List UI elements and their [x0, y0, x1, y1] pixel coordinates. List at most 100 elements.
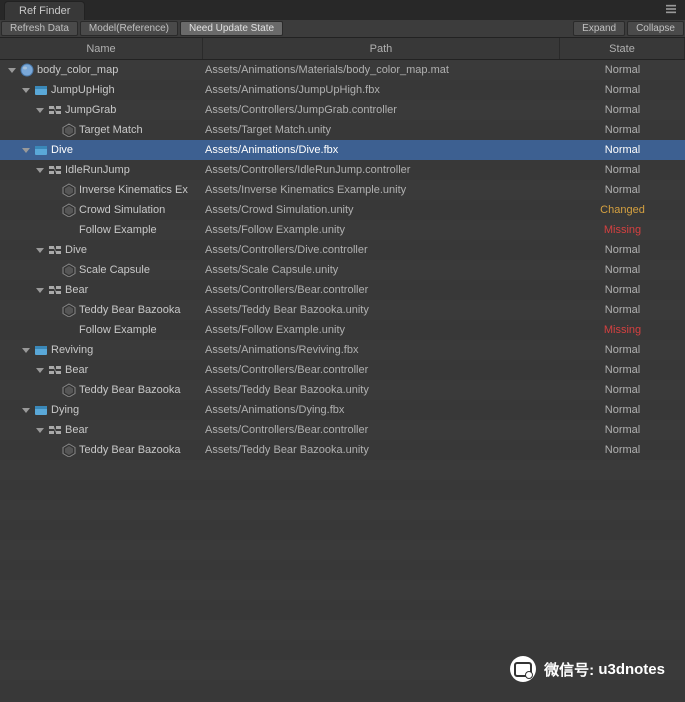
tab-menu-icon[interactable] — [665, 4, 677, 17]
table-row[interactable]: Teddy Bear BazookaAssets/Teddy Bear Bazo… — [0, 380, 685, 400]
foldout-spacer — [48, 324, 60, 336]
table-row[interactable]: IdleRunJumpAssets/Controllers/IdleRunJum… — [0, 160, 685, 180]
foldout-expanded-icon[interactable] — [34, 364, 46, 376]
table-row[interactable]: Scale CapsuleAssets/Scale Capsule.unityN… — [0, 260, 685, 280]
row-state-label: Normal — [560, 184, 685, 196]
foldout-expanded-icon[interactable] — [34, 284, 46, 296]
name-cell: Inverse Kinematics Ex — [0, 183, 203, 197]
window: Ref Finder Refresh Data Model(Reference)… — [0, 0, 685, 702]
row-path-label: Assets/Controllers/JumpGrab.controller — [203, 104, 560, 116]
foldout-expanded-icon[interactable] — [34, 164, 46, 176]
table-row[interactable]: Bear Assets/Controllers/Bear.controllerNo… — [0, 360, 685, 380]
row-state-label: Normal — [560, 344, 685, 356]
unity-icon — [62, 383, 76, 397]
model-reference-button[interactable]: Model(Reference) — [80, 21, 178, 36]
tree-view[interactable]: body_color_mapAssets/Animations/Material… — [0, 60, 685, 702]
row-path-label: Assets/Controllers/IdleRunJump.controlle… — [203, 164, 560, 176]
table-row[interactable]: Bear Assets/Controllers/Bear.controllerNo… — [0, 280, 685, 300]
foldout-expanded-icon[interactable] — [34, 424, 46, 436]
header-name[interactable]: Name — [0, 38, 203, 59]
row-state-label: Missing — [560, 324, 685, 336]
none-icon — [62, 223, 76, 237]
row-path-label: Assets/Animations/Reviving.fbx — [203, 344, 560, 356]
table-row[interactable]: Teddy Bear BazookaAssets/Teddy Bear Bazo… — [0, 300, 685, 320]
name-cell: Target Match — [0, 123, 203, 137]
row-state-label: Normal — [560, 304, 685, 316]
row-name-label: Bear — [65, 364, 88, 376]
table-row[interactable]: DiveAssets/Animations/Dive.fbxNormal — [0, 140, 685, 160]
row-name-label: Teddy Bear Bazooka — [79, 444, 181, 456]
foldout-spacer — [48, 384, 60, 396]
name-cell: Dive — [0, 143, 203, 157]
foldout-expanded-icon[interactable] — [20, 344, 32, 356]
row-path-label: Assets/Controllers/Bear.controller — [203, 364, 560, 376]
row-path-label: Assets/Animations/Dive.fbx — [203, 144, 560, 156]
foldout-expanded-icon[interactable] — [34, 244, 46, 256]
row-name-label: Dive — [51, 144, 73, 156]
name-cell: Dive — [0, 243, 203, 257]
table-row[interactable]: DiveAssets/Controllers/Dive.controllerNo… — [0, 240, 685, 260]
name-cell: Reviving — [0, 343, 203, 357]
row-state-label: Normal — [560, 444, 685, 456]
table-row[interactable]: RevivingAssets/Animations/Reviving.fbxNo… — [0, 340, 685, 360]
table-row[interactable]: body_color_mapAssets/Animations/Material… — [0, 60, 685, 80]
header-state[interactable]: State — [560, 38, 685, 59]
tab-ref-finder[interactable]: Ref Finder — [4, 1, 85, 20]
none-icon — [62, 323, 76, 337]
fbx-icon — [34, 83, 48, 97]
expand-button[interactable]: Expand — [573, 21, 625, 36]
foldout-spacer — [48, 124, 60, 136]
name-cell: JumpGrab — [0, 103, 203, 117]
row-name-label: Scale Capsule — [79, 264, 150, 276]
name-cell: JumpUpHigh — [0, 83, 203, 97]
unity-icon — [62, 123, 76, 137]
table-row[interactable]: Follow Example Assets/Follow Example.unit… — [0, 220, 685, 240]
table-row[interactable]: JumpGrab Assets/Controllers/JumpGrab.cont… — [0, 100, 685, 120]
controller-icon — [48, 423, 62, 437]
foldout-spacer — [48, 304, 60, 316]
name-cell: Teddy Bear Bazooka — [0, 383, 203, 397]
row-name-label: Follow Example — [79, 224, 157, 236]
foldout-expanded-icon[interactable] — [20, 404, 32, 416]
row-state-label: Normal — [560, 244, 685, 256]
row-path-label: Assets/Teddy Bear Bazooka.unity — [203, 304, 560, 316]
foldout-expanded-icon[interactable] — [20, 144, 32, 156]
row-path-label: Assets/Animations/Materials/body_color_m… — [203, 64, 560, 76]
row-path-label: Assets/Follow Example.unity — [203, 224, 560, 236]
watermark-id: u3dnotes — [598, 661, 665, 678]
watermark: 微信号: u3dnotes — [510, 656, 665, 682]
table-row[interactable]: Crowd SimulationAssets/Crowd Simulation.… — [0, 200, 685, 220]
table-row[interactable]: Target MatchAssets/Target Match.unityNor… — [0, 120, 685, 140]
row-path-label: Assets/Crowd Simulation.unity — [203, 204, 560, 216]
row-name-label: Bear — [65, 284, 88, 296]
watermark-prefix: 微信号: — [544, 659, 594, 680]
foldout-expanded-icon[interactable] — [20, 84, 32, 96]
need-update-state-button[interactable]: Need Update State — [180, 21, 283, 36]
name-cell: IdleRunJump — [0, 163, 203, 177]
row-state-label: Normal — [560, 364, 685, 376]
row-state-label: Normal — [560, 384, 685, 396]
foldout-expanded-icon[interactable] — [34, 104, 46, 116]
row-state-label: Normal — [560, 284, 685, 296]
name-cell: Teddy Bear Bazooka — [0, 303, 203, 317]
unity-icon — [62, 443, 76, 457]
row-path-label: Assets/Controllers/Bear.controller — [203, 284, 560, 296]
toolbar-spacer — [284, 20, 572, 37]
collapse-button[interactable]: Collapse — [627, 21, 684, 36]
table-row[interactable]: DyingAssets/Animations/Dying.fbxNormal — [0, 400, 685, 420]
row-name-label: Bear — [65, 424, 88, 436]
table-row[interactable]: Teddy Bear BazookaAssets/Teddy Bear Bazo… — [0, 440, 685, 460]
table-row[interactable]: Inverse Kinematics ExAssets/Inverse Kine… — [0, 180, 685, 200]
table-row[interactable]: Follow ExampleAssets/Follow Example.unit… — [0, 320, 685, 340]
name-cell: Bear — [0, 283, 203, 297]
row-state-label: Normal — [560, 104, 685, 116]
row-state-label: Normal — [560, 84, 685, 96]
wechat-icon — [510, 656, 536, 682]
refresh-data-button[interactable]: Refresh Data — [1, 21, 78, 36]
controller-icon — [48, 243, 62, 257]
header-path[interactable]: Path — [203, 38, 560, 59]
row-name-label: JumpGrab — [65, 104, 116, 116]
foldout-expanded-icon[interactable] — [6, 64, 18, 76]
table-row[interactable]: JumpUpHighAssets/Animations/JumpUpHigh.f… — [0, 80, 685, 100]
table-row[interactable]: BearAssets/Controllers/Bear.controllerNo… — [0, 420, 685, 440]
